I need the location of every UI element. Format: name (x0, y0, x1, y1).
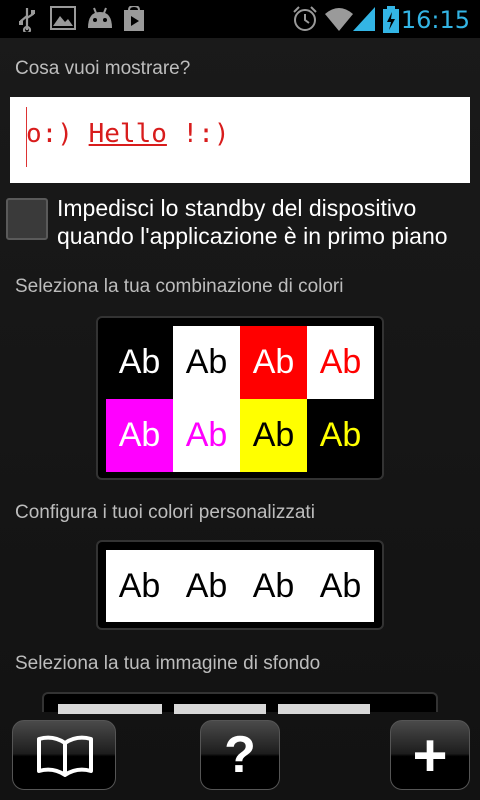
image-icon (50, 6, 76, 30)
clock: 16:15 (400, 6, 470, 34)
usb-icon (19, 8, 35, 32)
standby-checkbox-label[interactable]: Impedisci lo standby del dispositivo qua… (57, 194, 477, 250)
background-section-title: Seleziona la tua immagine di sfondo (15, 653, 321, 674)
custom-sample-1: Ab (118, 567, 161, 605)
help-icon: ? (224, 726, 256, 784)
palette-section-title: Seleziona la tua combinazione di colori (15, 276, 344, 297)
help-button[interactable]: ? (200, 720, 280, 790)
preview-text: o:) Hello !:) (26, 119, 230, 149)
background-image-selector[interactable] (42, 692, 438, 714)
add-icon: + (412, 722, 448, 789)
color-scheme-option[interactable]: Ab (173, 326, 240, 399)
android-icon (88, 7, 112, 28)
custom-sample-4: Ab (319, 567, 362, 605)
battery-charging-icon (383, 6, 399, 33)
color-scheme-option[interactable]: Ab (106, 326, 173, 399)
alarm-icon (293, 6, 317, 31)
custom-sample-2: Ab (185, 567, 228, 605)
wifi-icon (325, 8, 353, 31)
color-scheme-option[interactable]: Ab (173, 399, 240, 472)
color-scheme-selector: Ab Ab Ab Ab Ab Ab Ab Ab (96, 316, 384, 480)
standby-checkbox[interactable] (6, 198, 48, 240)
color-scheme-option[interactable]: Ab (307, 399, 374, 472)
play-store-icon (124, 6, 144, 31)
signal-icon (353, 7, 375, 31)
book-icon (37, 735, 93, 777)
background-thumbnail[interactable] (174, 704, 266, 714)
color-scheme-option[interactable]: Ab (307, 326, 374, 399)
display-text-preview[interactable]: o:) Hello !:) (10, 97, 470, 183)
custom-sample-3: Ab (252, 567, 295, 605)
background-thumbnail[interactable] (58, 704, 162, 714)
display-section-title: Cosa vuoi mostrare? (15, 58, 191, 79)
custom-colors-preview[interactable]: Ab Ab Ab Ab (96, 540, 384, 630)
color-scheme-option[interactable]: Ab (240, 399, 307, 472)
background-thumbnail[interactable] (278, 704, 370, 714)
color-scheme-option[interactable]: Ab (240, 326, 307, 399)
color-scheme-option[interactable]: Ab (106, 399, 173, 472)
guide-button[interactable] (12, 720, 116, 790)
custom-colors-swatch: Ab Ab Ab Ab (106, 550, 374, 622)
status-bar: 16:15 (0, 0, 480, 38)
custom-colors-section-title: Configura i tuoi colori personalizzati (15, 502, 315, 523)
add-button[interactable]: + (390, 720, 470, 790)
